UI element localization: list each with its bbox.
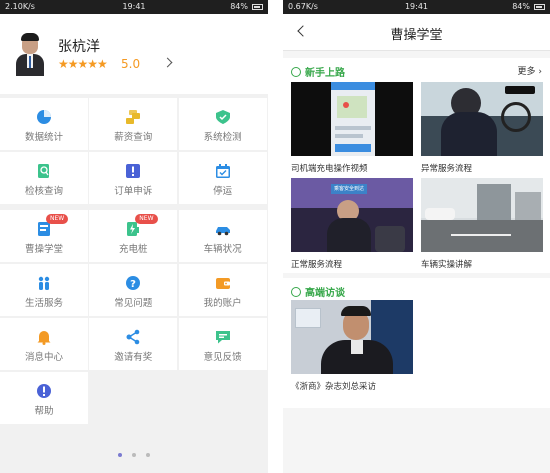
info-icon: [36, 383, 52, 399]
menu-item-label: 车辆状况: [203, 244, 242, 255]
calendar-icon: [215, 163, 231, 179]
menu-item-label: 曹操学堂: [24, 244, 63, 255]
chat-icon: [215, 329, 231, 345]
section-heading: 新手上路: [291, 64, 345, 79]
more-link[interactable]: 更多 ›: [518, 64, 542, 77]
video-thumb-charging[interactable]: [291, 82, 413, 156]
menu-item-label: 检核查询: [24, 186, 63, 197]
page-dot-active[interactable]: [118, 453, 122, 457]
section-heading-text: 高端访谈: [305, 288, 345, 299]
battery-percent: 84%: [512, 2, 530, 11]
menu-item[interactable]: 系统检测: [178, 98, 267, 150]
video-caption: 正常服务流程: [291, 260, 343, 270]
menu-item-label: 数据统计: [24, 132, 63, 143]
menu-item[interactable]: 消息中心: [0, 318, 88, 370]
clock-icon: [291, 287, 301, 297]
left-phone-screen: 2.10K/s 19:41 84% 张杭洋 ★★★★★ 5.0 数据统计 薪资查询…: [0, 0, 268, 473]
menu-item[interactable]: 帮助: [0, 372, 88, 424]
menu-item[interactable]: 停运: [178, 152, 267, 204]
nav-bar: 曹操学堂: [283, 14, 550, 51]
menu-item-label: 消息中心: [24, 352, 63, 363]
menu-item-label: 薪资查询: [114, 132, 153, 143]
menu-item[interactable]: 充电桩 NEW: [89, 210, 178, 262]
battery-icon: [252, 4, 263, 10]
menu-item[interactable]: 车辆状况: [178, 210, 267, 262]
newbie-section: 新手上路 更多 › 司机端充电操作视频 异常服务流程 乘客安全到达 正常服务流程…: [283, 58, 550, 273]
menu-item-label: 停运: [213, 186, 233, 197]
people-icon: [36, 275, 52, 291]
menu-item[interactable]: 薪资查询: [89, 98, 178, 150]
coins-icon: [125, 109, 141, 125]
avatar: [16, 32, 44, 76]
menu-item[interactable]: 生活服务: [0, 264, 88, 316]
wallet-icon: [215, 275, 231, 291]
new-badge: NEW: [135, 214, 158, 224]
more-link-text: 更多: [517, 67, 536, 77]
menu-item-label: 意见反馈: [203, 352, 242, 363]
chevron-right-icon[interactable]: [162, 57, 173, 68]
page-dot[interactable]: [146, 453, 150, 457]
car-icon: [215, 221, 231, 237]
clock-icon: [291, 67, 301, 77]
page-dot[interactable]: [132, 453, 136, 457]
clock-time: 19:41: [404, 2, 429, 11]
menu-item[interactable]: 检核查询: [0, 152, 88, 204]
menu-item[interactable]: ? 常见问题: [89, 264, 178, 316]
video-caption: 异常服务流程: [421, 164, 473, 174]
star-rating-icon: ★★★★★: [58, 57, 108, 71]
bell-icon: [36, 329, 52, 345]
menu-item-label: 常见问题: [114, 298, 153, 309]
menu-item-label: 帮助: [34, 406, 54, 417]
share-icon: [125, 329, 141, 345]
svg-text:?: ?: [130, 279, 136, 290]
menu-item-label: 我的账户: [203, 298, 242, 309]
menu-item[interactable]: 订单申诉: [89, 152, 178, 204]
battery-icon: [534, 4, 545, 10]
menu-item-label: 订单申诉: [114, 186, 153, 197]
driver-name: 张杭洋: [58, 39, 100, 55]
new-badge: NEW: [46, 214, 69, 224]
menu-item-label: 充电桩: [119, 244, 148, 255]
video-thumb-vehicle[interactable]: [421, 178, 543, 252]
page-title: 曹操学堂: [390, 28, 443, 43]
menu-item[interactable]: 邀请有奖: [89, 318, 178, 370]
video-caption: 司机端充电操作视频: [291, 164, 368, 174]
section-heading: 高端访谈: [291, 284, 345, 299]
scene-label: 乘客安全到达: [331, 184, 367, 194]
page-indicator: [0, 442, 268, 461]
menu-item[interactable]: 我的账户: [178, 264, 267, 316]
menu-item[interactable]: 意见反馈: [178, 318, 267, 370]
status-bar: 0.67K/s 19:41 84%: [283, 0, 550, 14]
rating-value: 5.0: [121, 57, 141, 71]
profile-card[interactable]: 张杭洋 ★★★★★ 5.0: [0, 14, 268, 94]
section-heading-text: 新手上路: [305, 68, 345, 79]
right-phone-screen: 0.67K/s 19:41 84% 曹操学堂 新手上路 更多 › 司机端充电操作…: [283, 0, 550, 473]
video-thumb-interview[interactable]: [291, 300, 413, 374]
menu-item-label: 生活服务: [24, 298, 63, 309]
video-thumb-abnormal[interactable]: [421, 82, 543, 156]
video-caption: 《浙商》杂志刘总采访: [291, 382, 377, 392]
question-icon: ?: [125, 275, 141, 291]
battery-percent: 84%: [230, 2, 248, 11]
menu-item-label: 系统检测: [203, 132, 242, 143]
status-bar: 2.10K/s 19:41 84%: [0, 0, 268, 14]
shield-icon: [215, 109, 231, 125]
interview-section: 高端访谈 《浙商》杂志刘总采访: [283, 278, 550, 408]
menu-item-label: 邀请有奖: [114, 352, 153, 363]
clock-time: 19:41: [122, 2, 146, 11]
pie-chart-icon: [36, 109, 52, 125]
video-caption: 车辆实操讲解: [421, 260, 473, 270]
video-thumb-normal[interactable]: 乘客安全到达: [291, 178, 413, 252]
alert-icon: [125, 163, 141, 179]
menu-item[interactable]: 数据统计: [0, 98, 88, 150]
doc-search-icon: [36, 163, 52, 179]
menu-item[interactable]: 曹操学堂 NEW: [0, 210, 88, 262]
